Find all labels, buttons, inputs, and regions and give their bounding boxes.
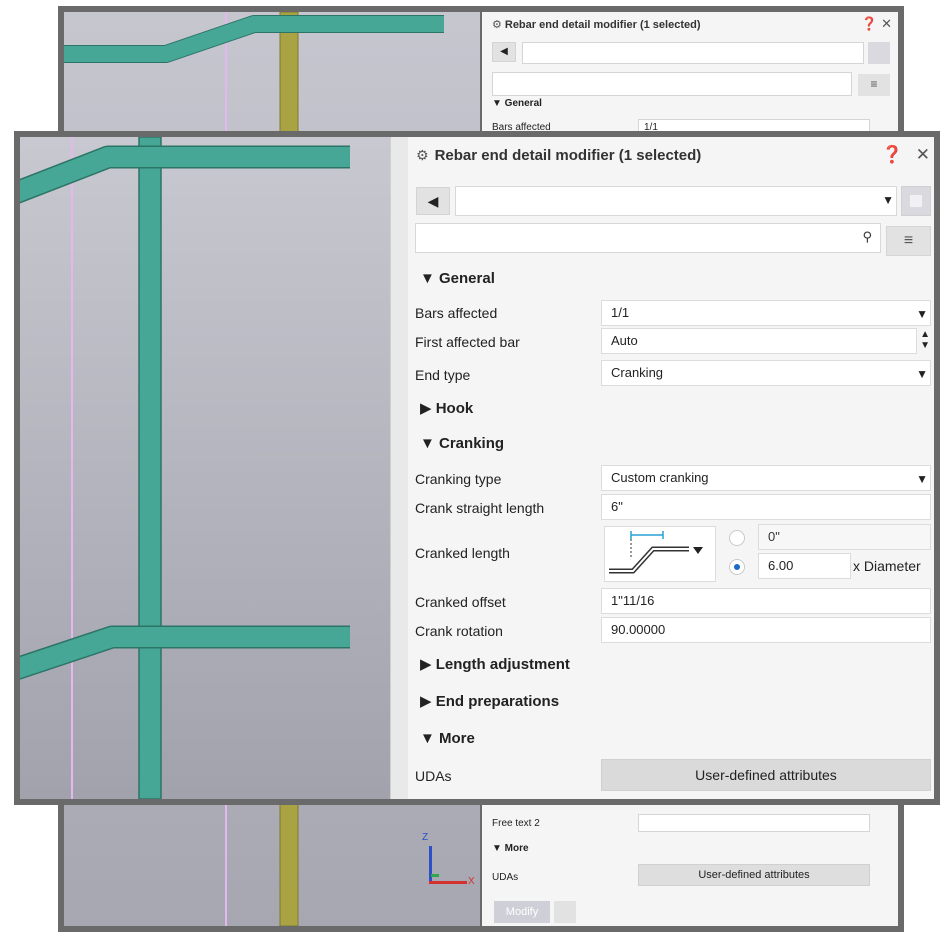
- cranked-offset-label: Cranked offset: [415, 594, 506, 610]
- crank-straight-length-input[interactable]: 6": [601, 494, 931, 520]
- user-defined-attributes-button[interactable]: User-defined attributes: [601, 759, 931, 791]
- first-affected-bar-stepper[interactable]: Auto ▲ ▼: [601, 328, 930, 354]
- x-axis-label: X: [468, 876, 475, 887]
- first-affected-bar-label: First affected bar: [415, 334, 520, 350]
- end-type-label: End type: [415, 367, 471, 383]
- z-axis-icon: [429, 846, 432, 884]
- cranked-bar-shape-icon: [609, 531, 703, 574]
- section-more[interactable]: ▼ More: [420, 730, 475, 747]
- z-axis-label: Z: [422, 832, 429, 843]
- gear-icon: ⚙: [416, 147, 429, 163]
- background-search-input[interactable]: [492, 72, 852, 96]
- cranked-length-unit-label: x Diameter: [853, 558, 921, 574]
- upper-rebar: [20, 147, 350, 202]
- end-type-select[interactable]: Cranking ▼: [601, 360, 931, 386]
- save-button[interactable]: [901, 186, 931, 216]
- cranking-type-select[interactable]: Custom cranking ▼: [601, 465, 931, 491]
- vertical-rebar: [138, 137, 162, 799]
- axis-triad: Z X: [414, 832, 475, 887]
- background-save-button[interactable]: [868, 42, 890, 64]
- background-udas-button[interactable]: User-defined attributes: [638, 864, 870, 886]
- cranked-length-shape-picker[interactable]: [604, 526, 716, 582]
- cranked-offset-input[interactable]: 1"11/16: [601, 588, 931, 614]
- chevron-down-icon: ▼: [916, 367, 928, 381]
- model-viewport[interactable]: [20, 137, 390, 799]
- lower-rebar: [20, 627, 350, 679]
- background-preset-select[interactable]: [522, 42, 864, 64]
- background-menu-button[interactable]: ≡: [858, 74, 890, 96]
- bars-affected-label: Bars affected: [415, 305, 498, 321]
- background-general-header[interactable]: ▼ General: [492, 98, 542, 109]
- search-icon: ⚲: [862, 229, 872, 244]
- y-axis-icon: [431, 874, 439, 877]
- bars-affected-select[interactable]: 1/1 ▼: [601, 300, 931, 326]
- back-button[interactable]: ◀: [416, 187, 450, 215]
- section-general[interactable]: ▼ General: [420, 270, 495, 287]
- panel-title: ⚙ Rebar end detail modifier (1 selected): [416, 147, 702, 164]
- chevron-down-icon: ▼: [916, 472, 928, 486]
- model-drawing: [20, 137, 350, 799]
- chevron-down-icon: ▼: [916, 307, 928, 321]
- close-icon[interactable]: ✕: [881, 16, 892, 31]
- background-more-header[interactable]: ▼ More: [492, 843, 529, 854]
- close-icon[interactable]: ✕: [916, 145, 930, 164]
- help-icon[interactable]: ❓: [861, 16, 877, 31]
- x-axis-icon: [429, 881, 467, 884]
- section-length-adjustment[interactable]: ▶ Length adjustment: [420, 655, 570, 673]
- spinner-arrows-icon[interactable]: ▲ ▼: [920, 329, 930, 351]
- search-input[interactable]: ⚲: [415, 223, 881, 253]
- crank-rotation-label: Crank rotation: [415, 623, 503, 639]
- cranked-length-absolute-input[interactable]: 0": [758, 524, 931, 550]
- cranking-type-label: Cranking type: [415, 471, 502, 487]
- cranked-length-factor-radio[interactable]: [729, 559, 745, 575]
- udas-label: UDAs: [415, 768, 452, 784]
- help-icon[interactable]: ❓: [882, 145, 903, 164]
- background-panel-title: ⚙ Rebar end detail modifier (1 selected): [492, 19, 701, 31]
- pick-button[interactable]: [554, 901, 576, 923]
- gear-icon: ⚙: [492, 19, 502, 31]
- background-back-button[interactable]: ◀: [492, 42, 516, 62]
- panel-separator: [390, 137, 408, 799]
- preset-select[interactable]: ▼: [455, 186, 897, 216]
- cranked-length-factor-input[interactable]: 6.00: [758, 553, 851, 579]
- cranked-length-label: Cranked length: [415, 545, 510, 561]
- background-free-text-2-label: Free text 2: [492, 818, 540, 829]
- cranked-length-absolute-radio[interactable]: [729, 530, 745, 546]
- section-end-preparations[interactable]: ▶ End preparations: [420, 692, 559, 710]
- crank-straight-length-label: Crank straight length: [415, 500, 545, 516]
- background-udas-label: UDAs: [492, 872, 519, 883]
- title-icons: ❓ ✕: [874, 145, 930, 165]
- menu-button[interactable]: ≡: [886, 226, 931, 256]
- section-hook[interactable]: ▶ Hook: [420, 399, 473, 417]
- chevron-down-icon: ▼: [882, 193, 894, 207]
- rebar-bar: [64, 16, 444, 62]
- crank-rotation-input[interactable]: 90.00000: [601, 617, 931, 643]
- background-title-icons: ❓ ✕: [861, 16, 892, 32]
- properties-panel: ⚙ Rebar end detail modifier (1 selected) …: [408, 137, 934, 799]
- section-cranking[interactable]: ▼ Cranking: [420, 435, 504, 452]
- modify-button[interactable]: Modify: [494, 901, 550, 923]
- background-free-text-2-input[interactable]: [638, 814, 870, 832]
